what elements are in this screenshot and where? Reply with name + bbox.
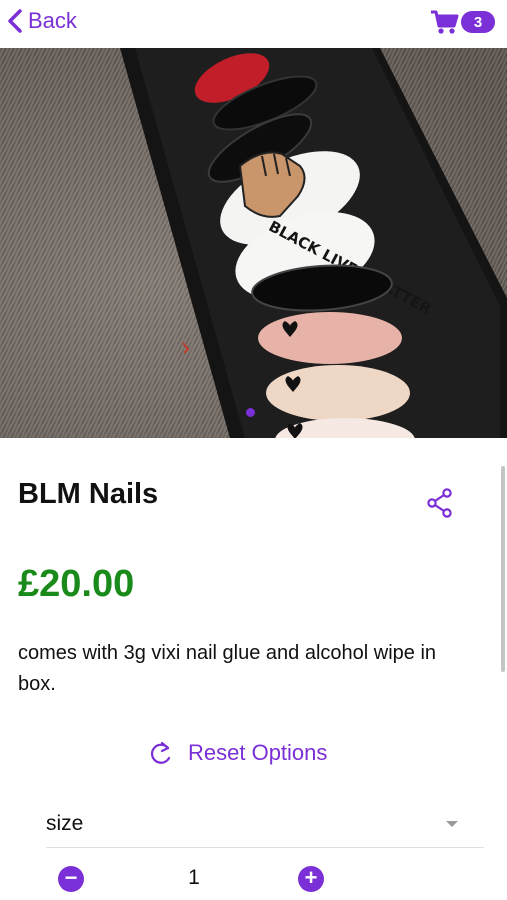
- carousel-page-indicator[interactable]: [246, 408, 255, 417]
- back-label: Back: [28, 8, 77, 33]
- scrollbar[interactable]: [501, 466, 505, 672]
- increase-quantity-button[interactable]: +: [298, 866, 324, 892]
- product-price: £20.00: [18, 563, 135, 605]
- cart-button[interactable]: 3: [429, 8, 495, 36]
- product-photo: BLACK LIVES MATTER: [0, 48, 507, 438]
- chevron-left-icon: [8, 9, 22, 33]
- plus-icon: +: [304, 865, 318, 890]
- caret-down-icon: [446, 820, 458, 827]
- refresh-icon: [150, 741, 171, 764]
- reset-options-button[interactable]: Reset Options: [148, 738, 327, 768]
- size-select[interactable]: size: [46, 800, 484, 848]
- reset-options-label: Reset Options: [188, 740, 328, 765]
- cart-icon: [431, 10, 459, 34]
- product-image-carousel[interactable]: BLACK LIVES MATTER: [0, 48, 507, 438]
- quantity-stepper: − 1 +: [58, 864, 328, 894]
- share-icon: [427, 488, 452, 518]
- back-button[interactable]: Back: [6, 6, 77, 36]
- top-navigation-bar: Back 3: [0, 0, 507, 44]
- product-title: BLM Nails: [18, 478, 159, 510]
- quantity-value: 1: [188, 866, 200, 889]
- decrease-quantity-button[interactable]: −: [58, 866, 84, 892]
- size-label: size: [46, 811, 84, 835]
- share-button[interactable]: [426, 488, 454, 518]
- product-description: comes with 3g vixi nail glue and alcohol…: [18, 642, 437, 695]
- minus-icon: −: [64, 865, 78, 890]
- cart-count-badge: 3: [461, 11, 495, 33]
